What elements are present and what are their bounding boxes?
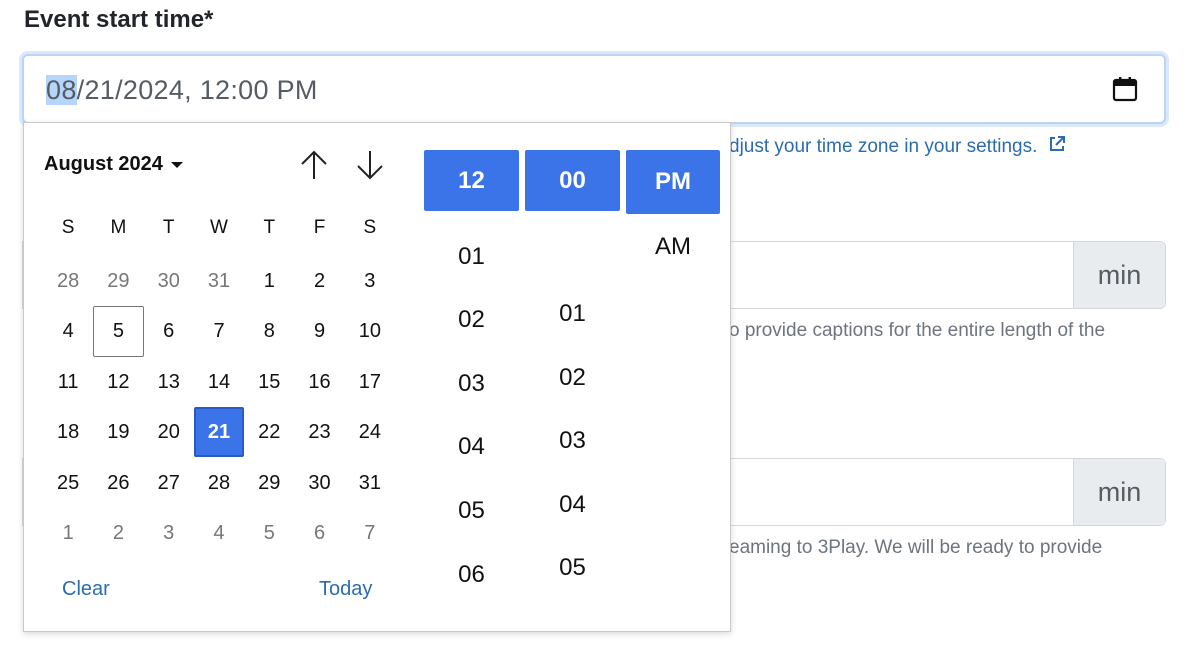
calendar-day[interactable]: 29 bbox=[93, 256, 143, 306]
duration-input[interactable]: min bbox=[722, 241, 1166, 309]
month-year-label[interactable]: August 2024 bbox=[44, 153, 163, 176]
calendar-day[interactable]: 1 bbox=[43, 508, 93, 558]
calendar-day[interactable]: 5 bbox=[244, 508, 294, 558]
hour-option[interactable]: 01 bbox=[424, 243, 519, 271]
today-button[interactable]: Today bbox=[319, 578, 372, 601]
calendar-day[interactable]: 27 bbox=[144, 458, 194, 508]
calendar-day[interactable]: 20 bbox=[144, 407, 194, 457]
buffer-help-text: eaming to 3Play. We will be ready to pro… bbox=[729, 537, 1103, 558]
weekday-label: T bbox=[162, 217, 175, 238]
calendar-day[interactable]: 15 bbox=[244, 357, 294, 407]
buffer-input[interactable]: min bbox=[722, 458, 1166, 526]
calendar-week: 18 19 20 21 22 23 24 bbox=[43, 407, 395, 457]
duration-unit-addon: min bbox=[1073, 242, 1165, 308]
timezone-link-text[interactable]: djust your time zone in your settings. bbox=[729, 136, 1037, 157]
minute-option[interactable]: 05 bbox=[525, 554, 620, 582]
calendar-day[interactable]: 19 bbox=[93, 407, 143, 457]
calendar-day[interactable]: 30 bbox=[144, 256, 194, 306]
calendar-day[interactable]: 6 bbox=[144, 306, 194, 356]
weekday-label: W bbox=[210, 217, 228, 238]
calendar-day[interactable]: 3 bbox=[345, 256, 395, 306]
calendar-day[interactable]: 8 bbox=[244, 306, 294, 356]
duration-help-text: o provide captions for the entire length… bbox=[729, 320, 1106, 341]
calendar-day[interactable]: 13 bbox=[144, 357, 194, 407]
calendar-day-selected[interactable]: 21 bbox=[193, 407, 244, 457]
weekday-label: T bbox=[263, 217, 276, 238]
hour-selected[interactable]: 12 bbox=[424, 150, 519, 211]
datetime-value[interactable]: 08/21/2024, 12:00 PM bbox=[46, 75, 318, 106]
calendar-day[interactable]: 7 bbox=[345, 508, 395, 558]
calendar-day[interactable]: 31 bbox=[194, 256, 244, 306]
calendar-icon[interactable] bbox=[1112, 76, 1138, 102]
calendar-day[interactable]: 1 bbox=[244, 256, 294, 306]
minute-option[interactable]: 03 bbox=[525, 427, 620, 455]
hour-option[interactable]: 03 bbox=[424, 370, 519, 398]
calendar-day[interactable]: 29 bbox=[244, 458, 294, 508]
hour-option[interactable]: 06 bbox=[424, 561, 519, 589]
minute-column: 00 01 02 03 04 05 bbox=[525, 150, 620, 581]
hour-option[interactable]: 05 bbox=[424, 497, 519, 525]
calendar-day[interactable]: 14 bbox=[194, 357, 244, 407]
selected-day-number[interactable]: 21 bbox=[193, 407, 244, 457]
calendar-week: 4 5 6 7 8 9 10 bbox=[43, 305, 395, 357]
hour-column: 12 01 02 03 04 05 06 bbox=[424, 150, 519, 588]
calendar-day[interactable]: 2 bbox=[294, 256, 344, 306]
calendar-week: 25 26 27 28 29 30 31 bbox=[43, 458, 395, 508]
calendar-day[interactable]: 25 bbox=[43, 458, 93, 508]
calendar-day[interactable]: 11 bbox=[43, 357, 93, 407]
calendar-day[interactable]: 31 bbox=[345, 458, 395, 508]
ampm-selected[interactable]: PM bbox=[626, 150, 720, 214]
calendar-day[interactable]: 28 bbox=[194, 458, 244, 508]
calendar-day[interactable]: 12 bbox=[93, 357, 143, 407]
minute-option[interactable]: 01 bbox=[525, 300, 620, 328]
calendar-day[interactable]: 26 bbox=[93, 458, 143, 508]
calendar-week: 1 2 3 4 5 6 7 bbox=[43, 508, 395, 558]
arrow-down-icon[interactable] bbox=[352, 147, 388, 183]
minute-option[interactable]: 02 bbox=[525, 364, 620, 392]
datetime-rest[interactable]: /21/2024, 12:00 PM bbox=[77, 75, 318, 105]
buffer-unit-addon: min bbox=[1073, 459, 1165, 525]
calendar-day[interactable]: 22 bbox=[244, 407, 294, 457]
timezone-settings-link[interactable]: djust your time zone in your settings. bbox=[729, 134, 1067, 160]
weekday-header: S M T W T F S bbox=[43, 217, 395, 239]
calendar-day[interactable]: 6 bbox=[294, 508, 344, 558]
calendar-day[interactable]: 18 bbox=[43, 407, 93, 457]
field-label: Event start time* bbox=[24, 6, 214, 33]
weekday-label: S bbox=[61, 217, 75, 238]
calendar-day[interactable]: 4 bbox=[194, 508, 244, 558]
caret-down-icon[interactable] bbox=[170, 161, 183, 168]
ampm-column: PM AM bbox=[626, 150, 720, 260]
calendar-day[interactable]: 24 bbox=[345, 407, 395, 457]
datetime-picker-popup: August 2024 S M T W T F S 28 29 30 31 1 … bbox=[23, 122, 731, 632]
ampm-option[interactable]: AM bbox=[626, 233, 720, 261]
calendar-day[interactable]: 2 bbox=[93, 508, 143, 558]
calendar-week: 11 12 13 14 15 16 17 bbox=[43, 357, 395, 407]
calendar-day[interactable]: 10 bbox=[345, 306, 395, 356]
event-start-datetime-input[interactable]: 08/21/2024, 12:00 PM bbox=[22, 54, 1166, 124]
weekday-label: S bbox=[363, 217, 377, 238]
hour-option[interactable]: 04 bbox=[424, 433, 519, 461]
calendar-day[interactable]: 4 bbox=[43, 306, 93, 356]
weekday-label: F bbox=[313, 217, 326, 238]
month-year-selector[interactable]: August 2024 bbox=[44, 153, 183, 176]
external-link-icon bbox=[1047, 134, 1067, 160]
minute-option[interactable]: 04 bbox=[525, 491, 620, 519]
today-day-number[interactable]: 5 bbox=[93, 305, 144, 357]
hour-option[interactable]: 02 bbox=[424, 306, 519, 334]
calendar-day-today[interactable]: 5 bbox=[93, 305, 144, 357]
calendar-day[interactable]: 28 bbox=[43, 256, 93, 306]
calendar-day[interactable]: 17 bbox=[345, 357, 395, 407]
clear-button[interactable]: Clear bbox=[62, 578, 110, 601]
weekday-label: M bbox=[110, 217, 127, 238]
calendar-day[interactable]: 23 bbox=[294, 407, 344, 457]
calendar-day[interactable]: 16 bbox=[294, 357, 344, 407]
calendar-day[interactable]: 30 bbox=[294, 458, 344, 508]
arrow-up-icon[interactable] bbox=[296, 147, 332, 183]
calendar-day[interactable]: 9 bbox=[294, 306, 344, 356]
calendar-day[interactable]: 7 bbox=[194, 306, 244, 356]
minute-selected[interactable]: 00 bbox=[525, 150, 620, 211]
calendar-day[interactable]: 3 bbox=[144, 508, 194, 558]
month-segment[interactable]: 08 bbox=[46, 75, 77, 105]
calendar-week: 28 29 30 31 1 2 3 bbox=[43, 256, 395, 306]
